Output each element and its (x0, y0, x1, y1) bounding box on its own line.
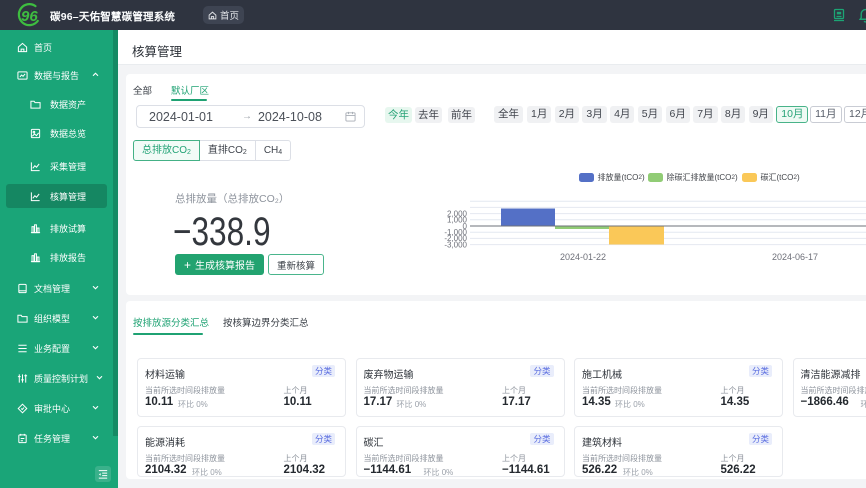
svg-text:-3,000: -3,000 (444, 240, 467, 249)
svg-text:2024-06-17: 2024-06-17 (772, 252, 818, 262)
svg-text:2024-01-22: 2024-01-22 (560, 252, 606, 262)
svg-text:96: 96 (21, 8, 38, 25)
